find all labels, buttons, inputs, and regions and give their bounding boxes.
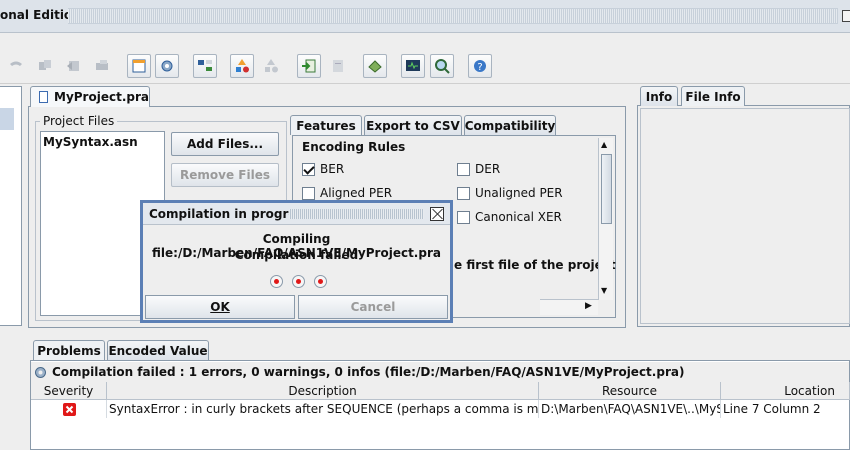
table-row-severity[interactable]: [31, 400, 107, 418]
table-row-description[interactable]: SyntaxError : in curly brackets after SE…: [107, 400, 539, 418]
ok-button-label: OK: [210, 300, 230, 314]
new-file-icon[interactable]: [127, 54, 151, 78]
shapes-icon[interactable]: [230, 54, 254, 78]
column-header-resource[interactable]: Resource: [539, 382, 721, 400]
tab-info[interactable]: Info: [640, 86, 678, 106]
dialog-title-stripes: [289, 209, 424, 219]
aligned-per-label: Aligned PER: [320, 186, 393, 200]
left-side-panel: [0, 86, 28, 450]
export-icon[interactable]: [326, 54, 350, 78]
search-icon[interactable]: [430, 54, 454, 78]
table-row-resource[interactable]: D:\Marben\FAQ\ASN1VE\..\MySy...: [539, 400, 721, 418]
scroll-right-icon[interactable]: ▶: [585, 301, 592, 311]
tab-problems[interactable]: Problems: [33, 340, 105, 360]
unaligned-per-checkbox[interactable]: [457, 187, 470, 200]
scrollbar-thumb[interactable]: [601, 154, 612, 224]
tab-features[interactable]: Features: [290, 115, 362, 135]
error-icon: [63, 402, 76, 416]
compilation-status: Compilation failed : 1 errors, 0 warning…: [31, 362, 849, 382]
scroll-down-icon[interactable]: ▼: [601, 286, 607, 295]
window-control-button[interactable]: [842, 10, 850, 22]
list-item[interactable]: MySyntax.asn: [43, 135, 138, 149]
menu-band: [0, 33, 850, 48]
aligned-per-checkbox[interactable]: [302, 187, 315, 200]
features-horizontal-scrollbar[interactable]: ▶: [540, 299, 598, 315]
compilation-dialog: Compilation in progress Compiling file:/…: [140, 200, 453, 323]
scroll-up-icon[interactable]: ▲: [601, 140, 607, 149]
close-icon[interactable]: [430, 207, 444, 221]
terminal-icon[interactable]: [401, 54, 425, 78]
svg-text:?: ?: [477, 62, 482, 73]
undo-icon[interactable]: [90, 54, 114, 78]
features-vertical-scrollbar[interactable]: ▲ ▼: [598, 138, 613, 300]
canonical-xer-label: Canonical XER: [475, 210, 562, 224]
tab-myproject[interactable]: MyProject.pra: [30, 86, 150, 107]
document-icon: [39, 91, 48, 103]
settings-icon[interactable]: [155, 54, 179, 78]
canonical-xer-checkbox[interactable]: [457, 211, 470, 224]
cut-icon[interactable]: [4, 54, 28, 78]
tree-icon[interactable]: [193, 54, 217, 78]
ok-button[interactable]: OK: [145, 295, 295, 319]
column-header-description[interactable]: Description: [107, 382, 539, 400]
progress-dot-icon: [292, 275, 305, 288]
paste-icon[interactable]: [62, 54, 86, 78]
tab-encoded-value[interactable]: Encoded Value: [107, 340, 209, 360]
gear-icon: [35, 366, 46, 378]
dialog-status: Compilation failed: [234, 248, 359, 262]
progress-dot-icon: [314, 275, 327, 288]
info-content: [640, 108, 850, 324]
compile-icon[interactable]: [363, 54, 387, 78]
dialog-title: Compilation in progress: [149, 207, 311, 221]
progress-dot-icon: [270, 275, 283, 288]
tab-myproject-label: MyProject.pra: [54, 90, 149, 104]
dialog-title-bar[interactable]: Compilation in progress: [143, 203, 450, 225]
encoding-rules-title: Encoding Rules: [300, 140, 408, 154]
title-bar: onal Edition: [0, 0, 850, 33]
add-files-button[interactable]: Add Files...: [171, 132, 279, 156]
remove-files-button[interactable]: Remove Files: [171, 163, 279, 187]
cancel-button[interactable]: Cancel: [298, 295, 448, 319]
ber-label: BER: [320, 162, 345, 176]
shapes-disabled-icon[interactable]: [259, 54, 283, 78]
help-icon[interactable]: ?: [468, 54, 492, 78]
table-row-location[interactable]: Line 7 Column 2: [721, 400, 850, 418]
project-tree-selection[interactable]: [0, 108, 14, 130]
import-icon[interactable]: [297, 54, 321, 78]
title-bar-stripes: [68, 8, 838, 24]
tab-file-info[interactable]: File Info: [681, 86, 745, 106]
toolbar: ?: [0, 48, 850, 84]
copy-icon[interactable]: [33, 54, 57, 78]
tab-export-csv[interactable]: Export to CSV: [364, 115, 462, 135]
column-header-severity[interactable]: Severity: [31, 382, 107, 400]
der-checkbox[interactable]: [457, 163, 470, 176]
ber-checkbox[interactable]: [302, 163, 315, 176]
project-files-title: Project Files: [40, 114, 118, 128]
unaligned-per-label: Unaligned PER: [475, 186, 563, 200]
column-header-location[interactable]: Location: [721, 382, 850, 400]
tab-compatibility[interactable]: Compatibility: [464, 115, 556, 135]
der-label: DER: [475, 162, 501, 176]
first-file-option-label: e first file of the project: [454, 258, 616, 272]
compilation-status-text: Compilation failed : 1 errors, 0 warning…: [52, 365, 685, 379]
